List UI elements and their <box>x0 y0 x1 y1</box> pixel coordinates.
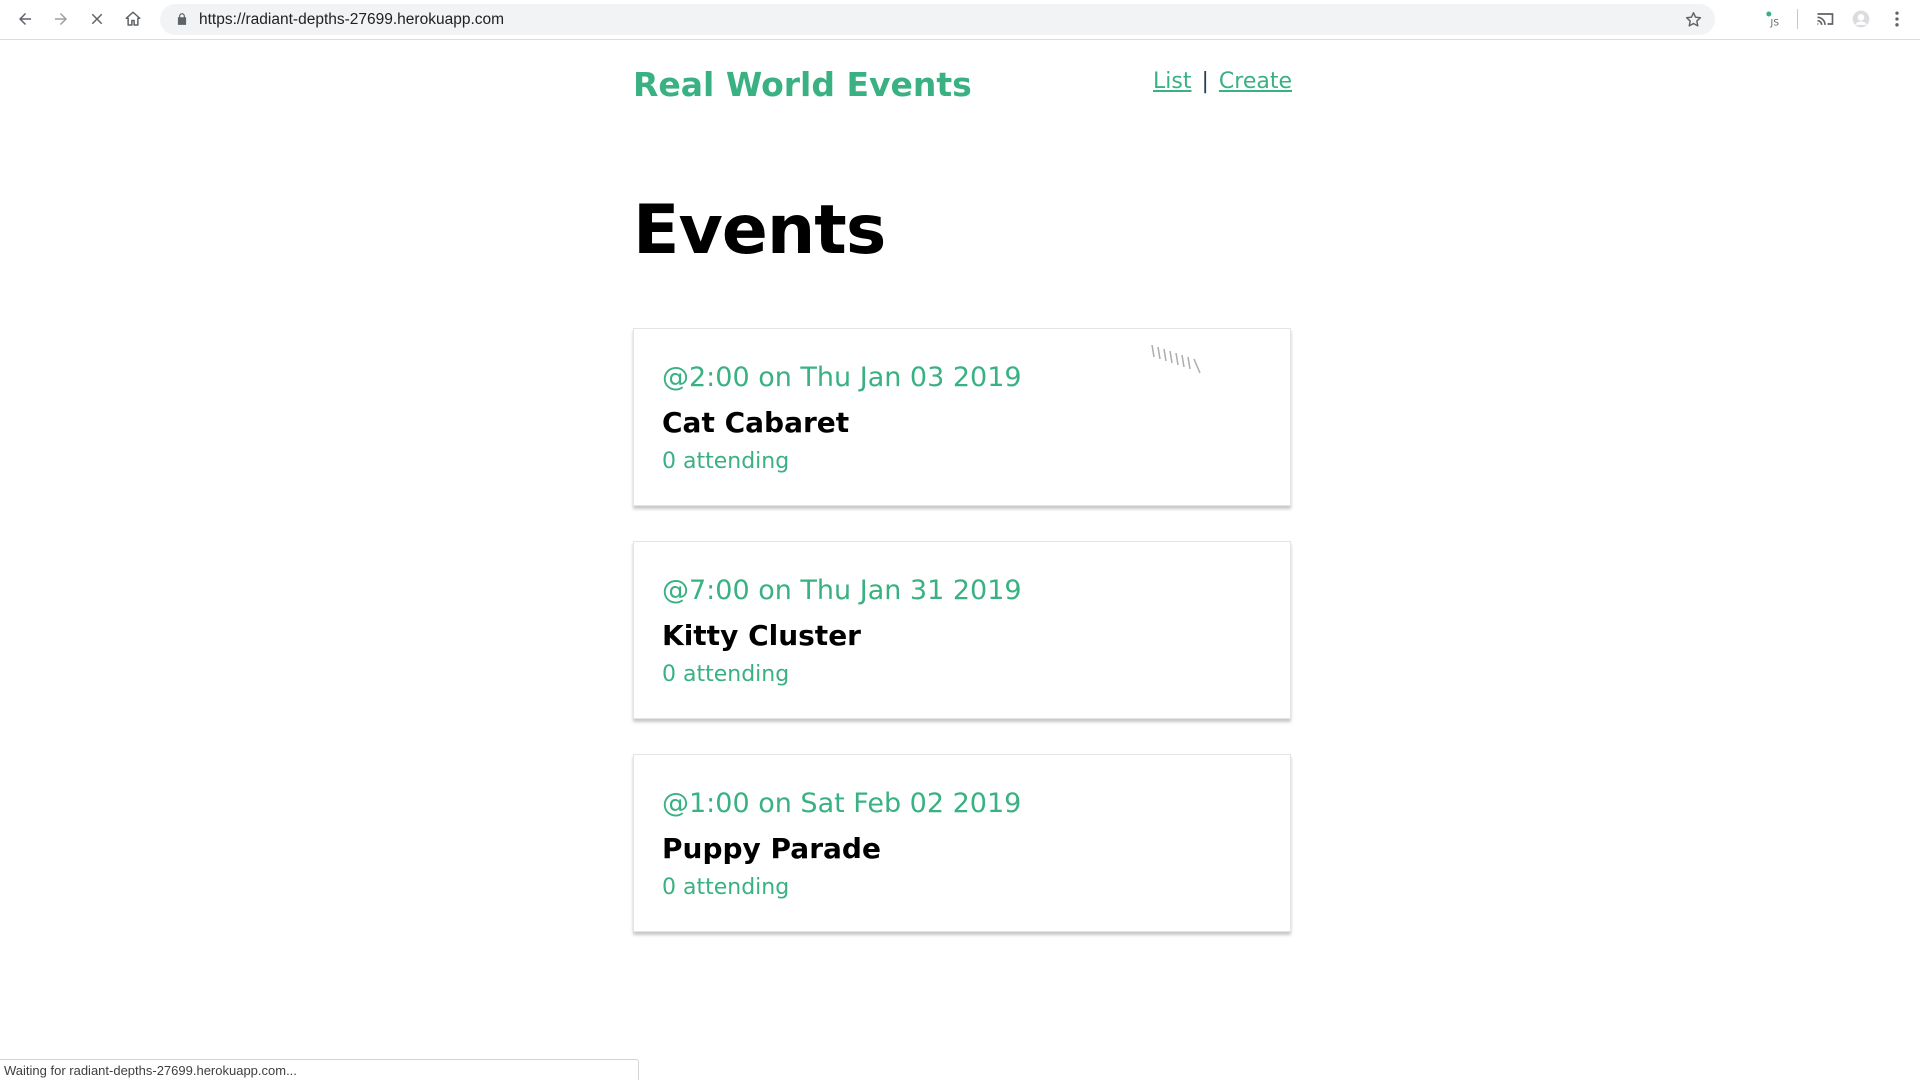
nav-separator: | <box>1201 69 1209 94</box>
star-icon[interactable] <box>1684 10 1703 29</box>
top-nav: List | Create <box>1153 69 1292 94</box>
page-title: Events <box>633 191 886 270</box>
toolbar-divider <box>1797 9 1798 29</box>
address-bar[interactable]: https://radiant-depths-27699.herokuapp.c… <box>160 4 1715 35</box>
cursor-trail-icon <box>1151 344 1201 374</box>
cast-icon <box>1817 13 1834 25</box>
home-icon <box>125 11 141 26</box>
profile-button[interactable] <box>1848 6 1874 32</box>
brand-title: Real World Events <box>633 65 972 104</box>
event-datetime: @7:00 on Thu Jan 31 2019 <box>662 575 1022 606</box>
arrow-left-icon <box>19 13 31 25</box>
back-button[interactable] <box>12 6 38 32</box>
more-vertical-icon <box>1895 11 1899 27</box>
close-icon <box>91 13 103 25</box>
cast-button[interactable] <box>1812 6 1838 32</box>
event-datetime: @2:00 on Thu Jan 03 2019 <box>662 362 1022 393</box>
lock-icon <box>177 13 187 25</box>
url-text: https://radiant-depths-27699.herokuapp.c… <box>199 11 505 28</box>
event-title: Cat Cabaret <box>662 406 850 439</box>
event-attendance: 0 attending <box>662 449 790 474</box>
status-bar: Waiting for radiant-depths-27699.herokua… <box>0 1059 639 1080</box>
event-attendance: 0 attending <box>662 875 790 900</box>
event-title: Puppy Parade <box>662 832 881 865</box>
event-title: Kitty Cluster <box>662 619 861 652</box>
page-content: Real World Events List | Create Events @2:… <box>0 41 1920 1080</box>
home-button[interactable] <box>120 6 146 32</box>
arrow-right-icon <box>55 13 67 25</box>
browser-menu-button[interactable] <box>1884 6 1910 32</box>
stop-loading-button[interactable] <box>84 6 110 32</box>
svg-text:JS: JS <box>1770 18 1780 29</box>
vue-devtools-extension-icon[interactable]: JS <box>1760 6 1786 32</box>
event-datetime: @1:00 on Sat Feb 02 2019 <box>662 788 1022 819</box>
event-card[interactable]: @7:00 on Thu Jan 31 2019 Kitty Cluster 0… <box>633 541 1291 719</box>
nav-link-list[interactable]: List <box>1153 69 1191 94</box>
forward-button[interactable] <box>48 6 74 32</box>
profile-avatar-icon <box>1852 10 1870 28</box>
event-attendance: 0 attending <box>662 662 790 687</box>
nav-link-create[interactable]: Create <box>1219 69 1292 94</box>
browser-toolbar: https://radiant-depths-27699.herokuapp.c… <box>0 0 1920 40</box>
event-card[interactable]: @1:00 on Sat Feb 02 2019 Puppy Parade 0 … <box>633 754 1291 932</box>
